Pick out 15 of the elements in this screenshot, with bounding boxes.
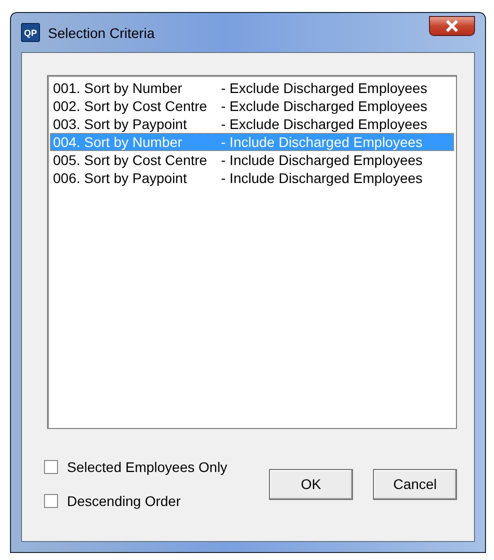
close-icon <box>445 20 459 32</box>
dialog-button[interactable]: Cancel <box>373 468 457 500</box>
list-item[interactable]: 006. Sort by Paypoint - Include Discharged Employees <box>50 169 454 187</box>
list-item[interactable]: 002. Sort by Cost Centre - Exclude Discharged Employees <box>50 97 454 115</box>
close-button[interactable] <box>429 16 475 36</box>
checkbox[interactable] <box>44 460 58 474</box>
app-icon: QP <box>21 23 40 42</box>
checkbox[interactable] <box>44 494 58 508</box>
checkbox-label: Selected Employees Only <box>67 459 228 475</box>
list-item[interactable]: 001. Sort by Number - Exclude Discharged Employees <box>50 79 454 97</box>
window-title: Selection Criteria <box>48 24 156 40</box>
list-item[interactable]: 005. Sort by Cost Centre - Include Discharged Employees <box>50 151 454 169</box>
list-item[interactable]: 003. Sort by Paypoint - Exclude Discharged Employees <box>50 115 454 133</box>
checkbox-label: Descending Order <box>67 493 181 509</box>
dialog-button[interactable]: OK <box>269 468 353 500</box>
